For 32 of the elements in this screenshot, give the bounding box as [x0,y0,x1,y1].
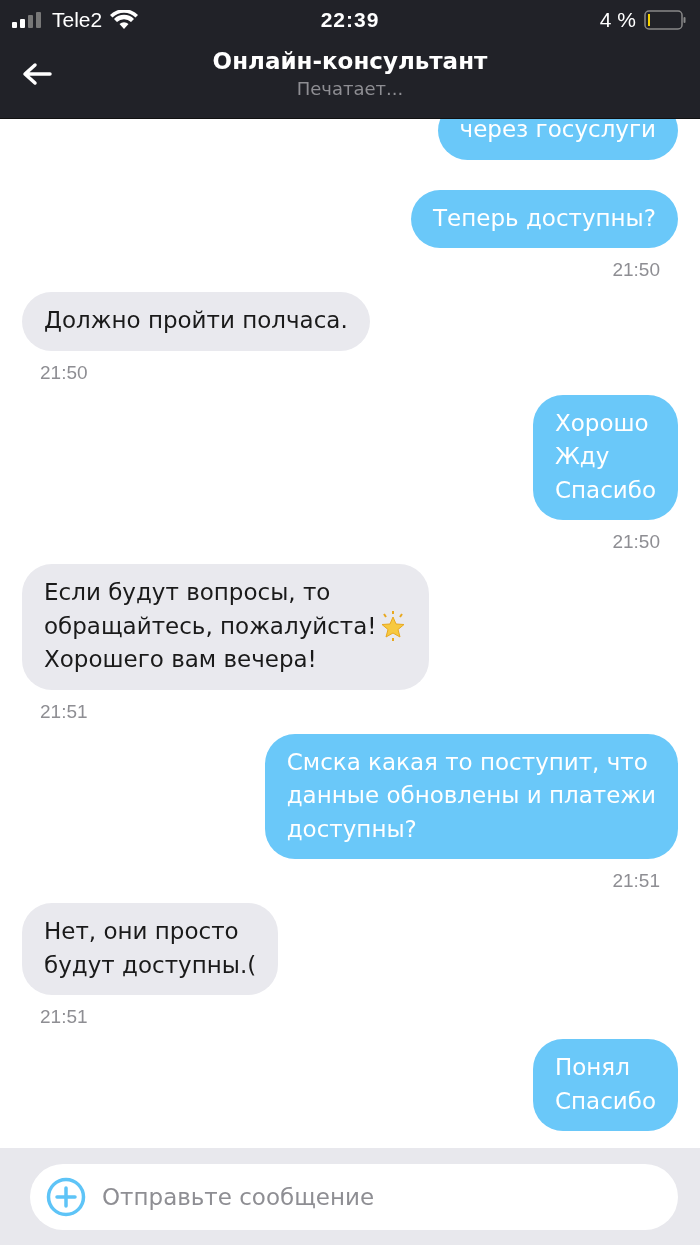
message-text: Понял [554,1053,630,1082]
message-text: доступны? [286,814,417,844]
message-text: Спасибо [554,1086,656,1116]
message-text: данные обновлены и платежи [286,781,656,810]
message-time: 21:51 [612,870,660,892]
message-text: Смска какая то поступит, что [286,747,648,777]
message-text: Спасибо [554,475,656,505]
message-time: 21:51 [40,700,88,723]
clock-time: 22:39 [320,8,380,32]
wifi-icon [110,10,139,30]
battery-icon [644,10,686,30]
carrier-name: Tele2 [52,8,103,32]
back-arrow-icon[interactable] [22,62,52,86]
message-time: 21:50 [40,361,88,384]
message-time: 21:50 [612,531,660,553]
message-text: Нет, они просто [44,917,239,946]
message-input[interactable]: Отправьте сообщение [30,1163,678,1230]
message-text: Хорошо [554,408,649,438]
message-text: будут доступны.( [44,950,257,980]
message-text: Хорошего вам вечера! [44,645,317,674]
message-text: Если будут вопросы, то [44,578,331,607]
message-text: Должно пройти полчаса. [44,306,348,335]
message-text: обращайтесь, пожалуйста! [44,611,377,641]
chat-title: Онлайн-консультант [212,47,488,74]
message-time: 21:50 [612,259,660,281]
message-text: Теперь доступны? [433,203,656,233]
signal-icon [12,12,44,28]
message-time: 21:51 [40,1006,88,1028]
message-text: Жду [554,442,610,471]
typing-status: Печатает... [296,77,404,99]
battery-percent: 4 % [599,8,636,32]
message-text: через госуслуги [459,119,656,144]
